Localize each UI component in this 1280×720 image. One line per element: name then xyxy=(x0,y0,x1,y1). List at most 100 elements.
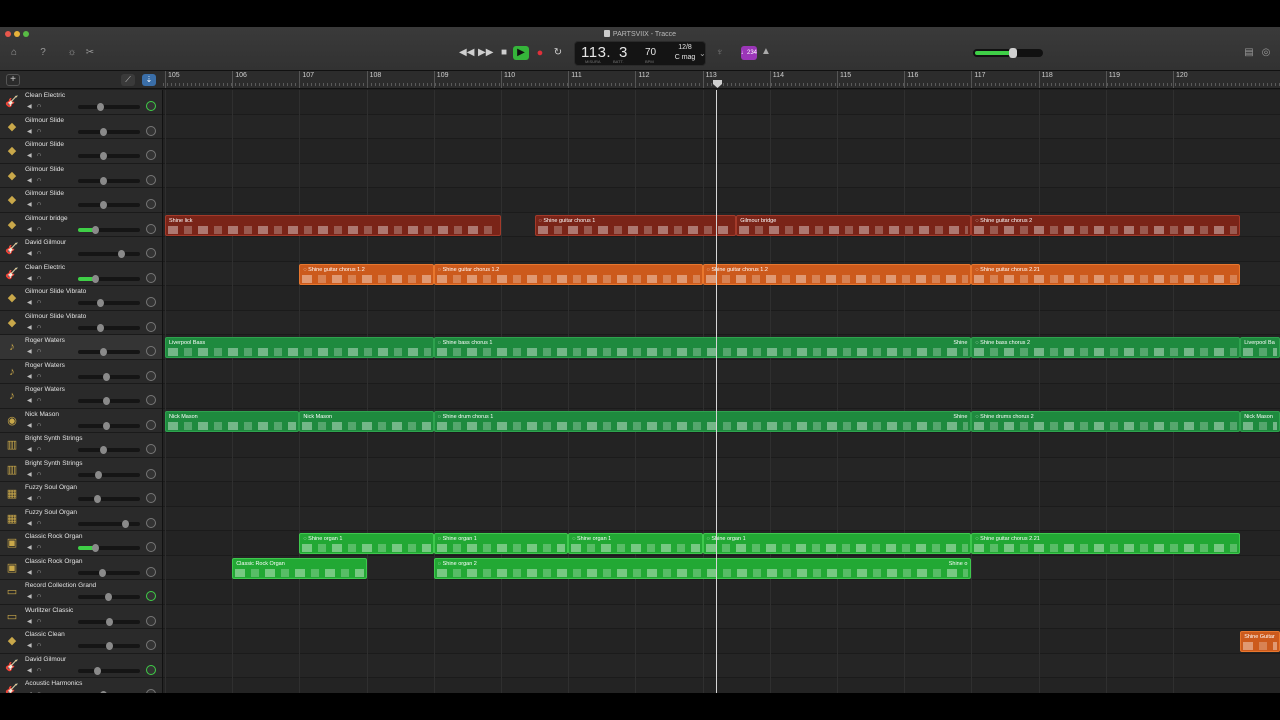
track-name[interactable]: Wurlitzer Classic xyxy=(25,607,73,614)
headphones-icon[interactable]: ∩ xyxy=(37,422,41,428)
track-volume-slider[interactable] xyxy=(78,127,140,136)
pan-knob[interactable] xyxy=(146,223,156,234)
pan-knob[interactable] xyxy=(146,591,156,601)
track-name[interactable]: Roger Waters xyxy=(25,386,65,393)
midi-region[interactable]: Shine lick xyxy=(165,214,501,236)
headphones-icon[interactable]: ∩ xyxy=(37,495,41,501)
track-volume-knob[interactable] xyxy=(104,593,112,601)
mute-icon[interactable]: ◀ xyxy=(27,446,32,453)
headphones-icon[interactable]: ∩ xyxy=(37,446,41,452)
track-name[interactable]: Roger Waters xyxy=(25,337,65,344)
help-icon[interactable]: ? xyxy=(37,47,49,59)
headphones-icon[interactable]: ∩ xyxy=(37,569,41,575)
track-header[interactable]: ◆ Gilmour Slide Vibrato ◀ ∩ xyxy=(0,310,162,335)
midi-region[interactable]: Nick Mason xyxy=(165,410,300,432)
track-volume-knob[interactable] xyxy=(99,201,107,209)
track-volume-knob[interactable] xyxy=(93,495,101,503)
master-volume-knob[interactable] xyxy=(1008,48,1017,58)
mute-icon[interactable]: ◀ xyxy=(27,618,32,625)
track-volume-slider[interactable] xyxy=(78,495,140,503)
track-header[interactable]: ▥ Bright Synth Strings ◀ ∩ xyxy=(0,457,162,482)
track-name[interactable]: Gilmour Slide Vibrato xyxy=(25,313,86,320)
track-lane[interactable] xyxy=(163,678,1280,693)
track-volume-slider[interactable] xyxy=(78,250,140,258)
track-lane[interactable] xyxy=(163,580,1280,605)
track-name[interactable]: Fuzzy Soul Organ xyxy=(25,484,77,491)
stop-button[interactable]: ■ xyxy=(497,46,511,60)
track-volume-knob[interactable] xyxy=(96,103,104,111)
playhead-handle-icon[interactable] xyxy=(713,80,722,88)
headphones-icon[interactable]: ∩ xyxy=(37,177,41,183)
track-header[interactable]: ▦ Fuzzy Soul Organ ◀ ∩ xyxy=(0,506,162,531)
track-name[interactable]: Bright Synth Strings xyxy=(25,435,82,442)
track-name[interactable]: Gilmour Slide xyxy=(25,141,64,148)
midi-region[interactable]: ◌ Shine organ 1 xyxy=(568,533,703,554)
midi-region[interactable]: ◌ Shine guitar chorus 1.2 xyxy=(702,263,972,285)
pan-knob[interactable] xyxy=(146,199,156,209)
cycle-button[interactable]: ↻ xyxy=(551,46,565,60)
mute-icon[interactable]: ◀ xyxy=(27,250,32,257)
mute-icon[interactable]: ◀ xyxy=(27,642,32,649)
track-volume-slider[interactable] xyxy=(78,593,140,601)
pan-knob[interactable] xyxy=(146,321,156,332)
track-lane[interactable] xyxy=(163,286,1280,311)
pan-knob[interactable] xyxy=(146,444,156,454)
track-header[interactable]: ▦ Fuzzy Soul Organ ◀ ∩ xyxy=(0,482,162,507)
track-header[interactable]: ▥ Bright Synth Strings ◀ ∩ xyxy=(0,433,162,458)
headphones-icon[interactable]: ∩ xyxy=(37,593,41,599)
track-volume-knob[interactable] xyxy=(96,299,104,307)
track-lane[interactable] xyxy=(163,188,1280,213)
track-volume-slider[interactable] xyxy=(78,446,140,454)
midi-region[interactable]: ◌ Shine drum chorus 1 Shine xyxy=(433,410,972,432)
midi-region[interactable]: Classic Rock Organ xyxy=(232,557,367,579)
track-lane[interactable] xyxy=(163,629,1280,654)
mute-icon[interactable]: ◀ xyxy=(27,299,32,306)
track-volume-slider[interactable] xyxy=(78,103,140,111)
add-track-button[interactable]: + xyxy=(6,74,20,86)
track-lane[interactable] xyxy=(163,139,1280,164)
pan-knob[interactable] xyxy=(146,370,156,381)
track-lane[interactable] xyxy=(163,384,1280,409)
midi-region[interactable]: ◌ Shine guitar chorus 2 xyxy=(971,214,1241,236)
track-name[interactable]: Nick Mason xyxy=(25,411,59,418)
track-volume-slider[interactable] xyxy=(78,299,140,307)
headphones-icon[interactable]: ∩ xyxy=(37,348,41,354)
track-lane[interactable] xyxy=(163,604,1280,629)
midi-region[interactable]: ◌ Shine guitar chorus 2.21 xyxy=(971,263,1241,285)
lcd-time-signature[interactable]: 12/8 xyxy=(675,44,695,51)
mute-icon[interactable]: ◀ xyxy=(27,152,32,159)
track-volume-slider[interactable] xyxy=(78,201,140,209)
track-header[interactable]: 🎸 David Gilmour ◀ ∩ xyxy=(0,653,162,678)
mute-icon[interactable]: ◀ xyxy=(27,495,32,502)
headphones-icon[interactable]: ∩ xyxy=(37,250,41,256)
pan-knob[interactable] xyxy=(146,395,156,405)
track-volume-slider[interactable] xyxy=(78,274,140,283)
midi-region[interactable]: Gilmour bridge xyxy=(736,214,972,236)
pan-knob[interactable] xyxy=(146,174,156,185)
track-name[interactable]: Gilmour Slide xyxy=(25,190,64,197)
track-name[interactable]: Fuzzy Soul Organ xyxy=(25,509,77,516)
track-header[interactable]: ♪ Roger Waters ◀ ∩ xyxy=(0,384,162,409)
track-header[interactable]: ◆ Gilmour Slide ◀ ∩ xyxy=(0,188,162,213)
metronome-icon[interactable]: ▲ xyxy=(761,46,771,57)
track-name[interactable]: Acoustic Harmonics xyxy=(25,680,82,687)
midi-region[interactable]: ◌ Shine organ 1 xyxy=(299,533,434,554)
track-volume-knob[interactable] xyxy=(102,397,110,405)
track-header[interactable]: ▭ Wurlitzer Classic ◀ ∩ xyxy=(0,604,162,629)
track-name[interactable]: Gilmour Slide xyxy=(25,166,64,173)
lcd-display[interactable]: 113. 3 70 12/8 C mag MISURA BATT. BPM ⌄ xyxy=(574,41,706,66)
midi-region[interactable]: ◌ Shine drums chorus 2 xyxy=(971,410,1241,432)
midi-region[interactable]: ◌ Shine organ 1 xyxy=(702,533,972,554)
track-lane[interactable] xyxy=(163,90,1280,115)
headphones-icon[interactable]: ∩ xyxy=(37,544,41,550)
track-volume-slider[interactable] xyxy=(78,519,140,528)
track-header[interactable]: ◆ Gilmour bridge ◀ ∩ xyxy=(0,212,162,237)
count-in-button[interactable]: ♩234 xyxy=(741,46,757,60)
midi-region[interactable]: Liverpool Bass xyxy=(165,337,434,358)
track-name[interactable]: Classic Clean xyxy=(25,631,65,638)
track-lane[interactable] xyxy=(163,310,1280,335)
lcd-key[interactable]: C mag xyxy=(673,54,697,61)
headphones-icon[interactable]: ∩ xyxy=(37,397,41,403)
track-volume-slider[interactable] xyxy=(78,568,140,577)
pan-knob[interactable] xyxy=(146,101,156,111)
